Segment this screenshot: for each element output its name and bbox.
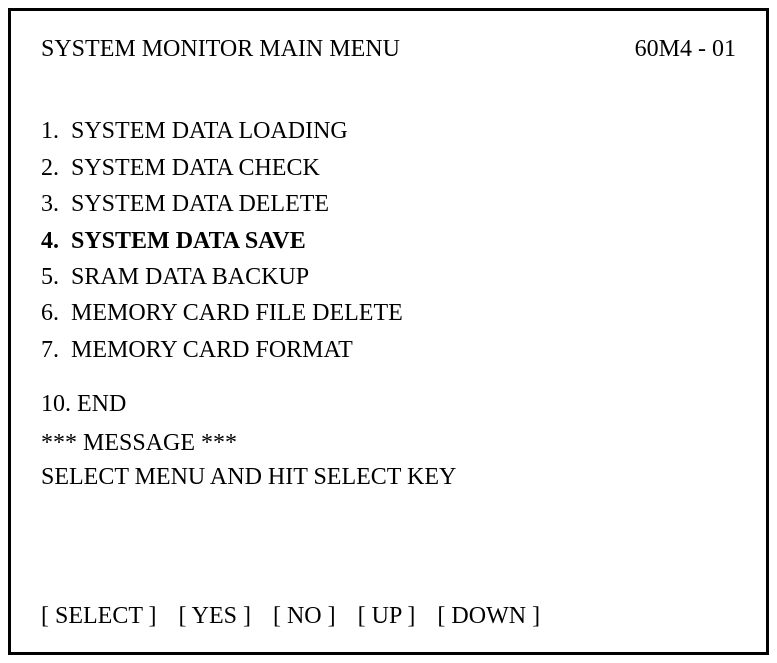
down-button[interactable]: [ DOWN ] xyxy=(437,600,540,632)
button-row: [ SELECT ] [ YES ] [ NO ] [ UP ] [ DOWN … xyxy=(41,600,736,632)
no-button[interactable]: [ NO ] xyxy=(273,600,336,632)
screen-title: SYSTEM MONITOR MAIN MENU xyxy=(41,33,400,65)
menu-list: 1. SYSTEM DATA LOADING 2. SYSTEM DATA CH… xyxy=(41,115,736,370)
menu-item-memory-card-format[interactable]: 7. MEMORY CARD FORMAT xyxy=(41,334,736,366)
system-monitor-screen: SYSTEM MONITOR MAIN MENU 60M4 - 01 1. SY… xyxy=(8,8,769,655)
message-block: *** MESSAGE *** SELECT MENU AND HIT SELE… xyxy=(41,427,736,494)
menu-item-number: 5. xyxy=(41,261,63,293)
menu-item-system-data-save[interactable]: 4. SYSTEM DATA SAVE xyxy=(41,225,736,257)
select-button[interactable]: [ SELECT ] xyxy=(41,600,157,632)
menu-item-number: 7. xyxy=(41,334,63,366)
menu-item-number: 4. xyxy=(41,225,63,257)
screen-code: 60M4 - 01 xyxy=(635,33,736,65)
menu-item-label: MEMORY CARD FORMAT xyxy=(71,334,353,366)
menu-item-sram-data-backup[interactable]: 5. SRAM DATA BACKUP xyxy=(41,261,736,293)
menu-item-memory-card-file-delete[interactable]: 6. MEMORY CARD FILE DELETE xyxy=(41,297,736,329)
menu-item-label: SYSTEM DATA CHECK xyxy=(71,152,320,184)
message-header: *** MESSAGE *** xyxy=(41,427,736,459)
yes-button[interactable]: [ YES ] xyxy=(179,600,251,632)
menu-item-label: SYSTEM DATA LOADING xyxy=(71,115,348,147)
menu-item-number: 3. xyxy=(41,188,63,220)
menu-item-system-data-check[interactable]: 2. SYSTEM DATA CHECK xyxy=(41,152,736,184)
menu-item-label: MEMORY CARD FILE DELETE xyxy=(71,297,403,329)
menu-item-label: END xyxy=(77,388,126,420)
menu-item-label: SYSTEM DATA SAVE xyxy=(71,225,306,257)
menu-item-label: SRAM DATA BACKUP xyxy=(71,261,309,293)
header-row: SYSTEM MONITOR MAIN MENU 60M4 - 01 xyxy=(41,33,736,65)
menu-item-end[interactable]: 10. END xyxy=(41,388,736,420)
up-button[interactable]: [ UP ] xyxy=(358,600,416,632)
menu-item-label: SYSTEM DATA DELETE xyxy=(71,188,329,220)
menu-item-system-data-delete[interactable]: 3. SYSTEM DATA DELETE xyxy=(41,188,736,220)
menu-item-number: 2. xyxy=(41,152,63,184)
menu-item-system-data-loading[interactable]: 1. SYSTEM DATA LOADING xyxy=(41,115,736,147)
menu-item-number: 1. xyxy=(41,115,63,147)
message-text: SELECT MENU AND HIT SELECT KEY xyxy=(41,461,736,493)
menu-item-number: 10. xyxy=(41,388,71,420)
menu-item-number: 6. xyxy=(41,297,63,329)
